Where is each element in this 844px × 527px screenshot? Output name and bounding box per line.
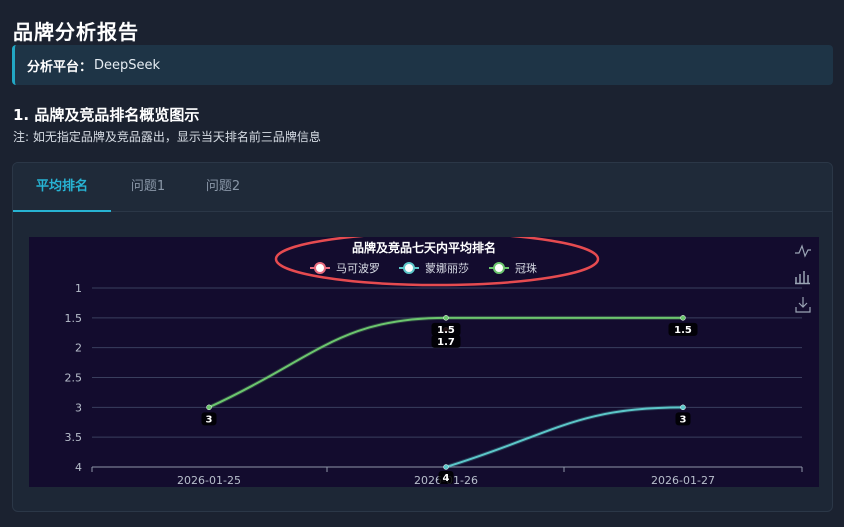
platform-info-box: 分析平台： DeepSeek [12,45,833,85]
legend-label: 马可波罗 [336,262,380,275]
chart-area: 品牌及竞品七天内平均排名 马可波罗 蒙娜丽莎 冠珠 1 1.5 2 2.5 3 3.5 4 20… [29,231,819,487]
data-point [443,464,449,470]
data-label: 3 [206,414,213,425]
y-tick-label: 3 [75,401,82,414]
data-label: 1.7 [437,337,455,348]
bar-chart-icon[interactable] [795,271,810,285]
platform-value: DeepSeek [94,57,161,73]
data-point [206,404,212,411]
legend-marker [403,262,415,274]
y-tick-label: 1.5 [65,312,83,325]
tab-question-1[interactable]: 问题1 [111,163,185,211]
y-tick-label: 1 [75,282,82,295]
line-chart: 品牌及竞品七天内平均排名 马可波罗 蒙娜丽莎 冠珠 1 1.5 2 2.5 3 3.5 4 20… [65,231,811,487]
chart-panel: 平均排名 问题1 问题2 品牌及竞品七天内平均排名 马可波罗 蒙娜丽莎 冠珠 1 1.… [12,162,833,512]
section-title: 1. 品牌及竞品排名概览图示 [13,106,200,124]
section-note: 注: 如无指定品牌及竞品露出，显示当天排名前三品牌信息 [13,130,321,144]
legend-item[interactable]: 冠珠 [489,261,537,275]
page-title: 品牌分析报告 [13,20,139,44]
data-point [443,315,449,321]
data-label: 1.5 [674,325,692,336]
chart-title: 品牌及竞品七天内平均排名 [352,240,496,255]
platform-label: 分析平台： [27,59,93,75]
line-chart-icon[interactable] [795,244,811,258]
tab-average-rank[interactable]: 平均排名 [13,163,111,212]
y-tick-label: 2 [75,342,82,355]
legend-label: 蒙娜丽莎 [425,261,469,275]
data-label: 3 [680,414,687,425]
legend-item[interactable]: 蒙娜丽莎 [399,261,469,275]
data-point [680,404,686,411]
y-tick-label: 3.5 [65,431,83,444]
download-icon[interactable] [795,297,811,313]
legend-label: 冠珠 [515,261,537,275]
tab-question-2[interactable]: 问题2 [185,163,261,211]
data-label: 1.5 [437,325,455,336]
x-tick-label: 2026-01-27 [651,474,715,487]
x-tick-label: 2026-01-25 [177,474,241,487]
data-labels: 1.7 4 3 3 1.5 1.5 [201,322,698,484]
data-label: 4 [443,473,450,484]
chart-grid [92,287,802,468]
y-tick-label: 4 [75,461,82,474]
legend-marker [314,262,326,274]
legend-item[interactable]: 马可波罗 [310,262,380,275]
tab-bar: 平均排名 问题1 问题2 [13,163,832,212]
legend-marker [493,262,505,274]
chart-toolbox [795,244,811,313]
data-point [680,315,686,321]
chart-legend[interactable]: 马可波罗 蒙娜丽莎 冠珠 [310,261,537,275]
y-axis: 1 1.5 2 2.5 3 3.5 4 [65,282,83,474]
y-tick-label: 2.5 [65,372,83,385]
